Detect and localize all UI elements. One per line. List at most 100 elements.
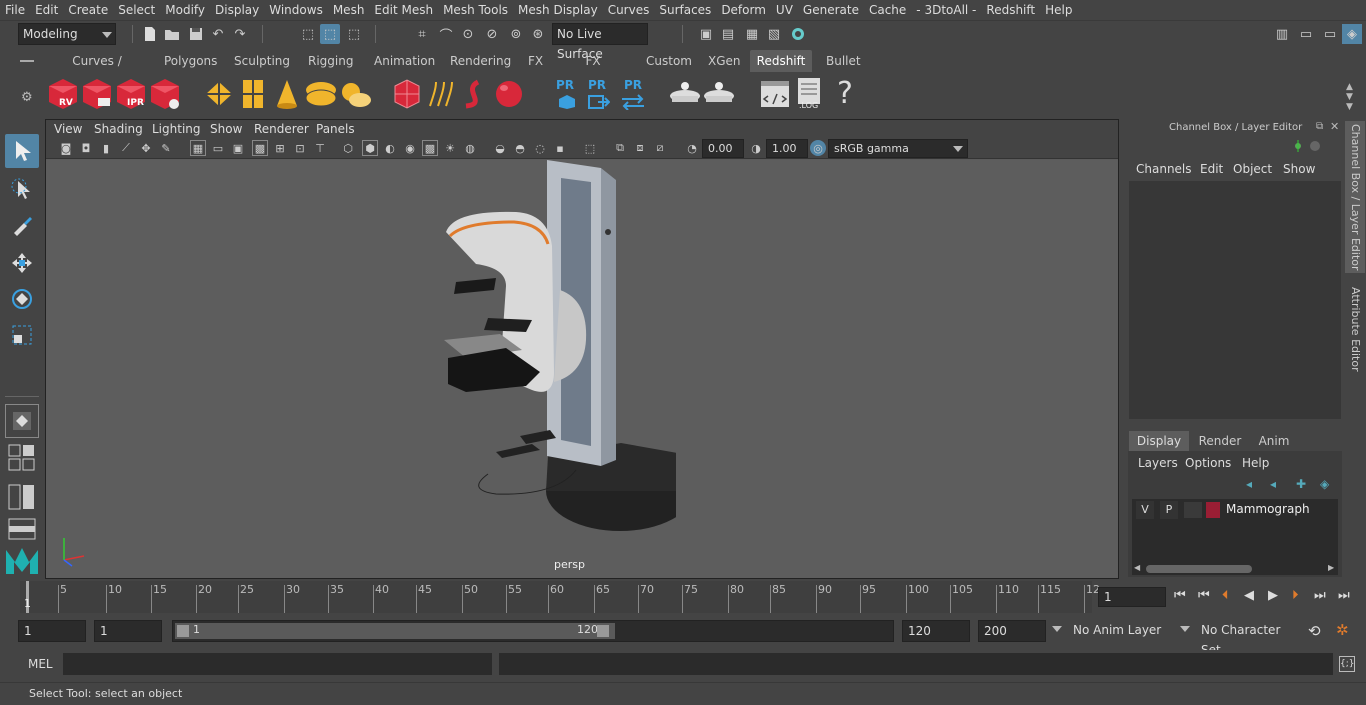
snap-grid-icon[interactable]: ⌗ bbox=[412, 24, 432, 44]
shelf-settings-icon[interactable]: ⚙ bbox=[21, 90, 33, 105]
safe-title-icon[interactable]: ⊤ bbox=[312, 140, 328, 156]
layer-tab-display[interactable]: Display bbox=[1129, 431, 1189, 451]
hypershade-icon[interactable] bbox=[788, 24, 808, 44]
menu-edit[interactable]: Edit bbox=[30, 0, 63, 20]
options-menu[interactable]: Options bbox=[1185, 456, 1231, 470]
tab-fx[interactable]: FX bbox=[522, 50, 548, 72]
tab-xgen[interactable]: XGen bbox=[702, 50, 742, 72]
end-frame-field[interactable]: 200 bbox=[978, 620, 1046, 642]
workspace-icon[interactable]: ▥ bbox=[1272, 24, 1292, 44]
grid-icon[interactable]: ▦ bbox=[190, 140, 206, 156]
wireframe-shaded-icon[interactable]: ◐ bbox=[382, 140, 398, 156]
camera-icon[interactable]: ◙ bbox=[58, 140, 74, 156]
menu-generate[interactable]: Generate bbox=[798, 0, 864, 20]
animation-prefs-icon[interactable]: ✲ bbox=[1336, 621, 1349, 639]
menu-deform[interactable]: Deform bbox=[716, 0, 771, 20]
script-language-label[interactable]: MEL bbox=[28, 657, 53, 671]
gamma-field[interactable]: 1.00 bbox=[766, 139, 808, 158]
tab-curves-surfaces[interactable]: Curves / Surfaces bbox=[48, 50, 146, 90]
gate-mask-icon[interactable]: ▩ bbox=[252, 140, 268, 156]
ao-icon[interactable]: ◍ bbox=[462, 140, 478, 156]
layer-name[interactable]: Mammograph bbox=[1226, 502, 1310, 516]
step-forward-key-icon[interactable]: ⏭ bbox=[1314, 588, 1326, 603]
redshift-dome-light-icon[interactable] bbox=[304, 76, 338, 112]
layout-two-icon[interactable] bbox=[8, 484, 36, 510]
step-back-key-icon[interactable]: ⏮ bbox=[1198, 588, 1210, 603]
xray-icon[interactable]: ◓ bbox=[512, 140, 528, 156]
redshift-rv-button[interactable]: RV bbox=[46, 76, 80, 112]
snap-surface-icon[interactable]: ⊚ bbox=[506, 24, 526, 44]
command-input[interactable] bbox=[63, 653, 492, 675]
gamma-icon[interactable]: ◑ bbox=[748, 140, 764, 156]
scale-tool-icon[interactable] bbox=[5, 318, 39, 352]
viewport-menu-view[interactable]: View bbox=[54, 120, 82, 138]
lasso-tool-icon[interactable] bbox=[5, 172, 39, 206]
current-frame-field[interactable]: 1 bbox=[1098, 587, 1166, 607]
shadows-icon[interactable]: ☀ bbox=[442, 140, 458, 156]
menu-help[interactable]: Help bbox=[1040, 0, 1077, 20]
menu-display[interactable]: Display bbox=[210, 0, 264, 20]
layer-playback-toggle[interactable]: P bbox=[1160, 501, 1178, 519]
tab-custom[interactable]: Custom bbox=[640, 50, 692, 72]
tab-bullet[interactable]: Bullet bbox=[820, 50, 862, 72]
redshift-render-seq-button[interactable] bbox=[80, 76, 114, 112]
layout-single-icon[interactable] bbox=[5, 404, 39, 438]
step-forward-frame-icon[interactable]: ⏵ bbox=[1292, 588, 1299, 603]
aa-icon[interactable]: ⧉ bbox=[612, 140, 628, 156]
start-frame-field[interactable]: 1 bbox=[18, 620, 86, 642]
tab-fx-caching[interactable]: FX Caching bbox=[558, 50, 628, 90]
help-menu[interactable]: Help bbox=[1242, 456, 1269, 470]
layer-tab-anim[interactable]: Anim bbox=[1250, 431, 1298, 451]
viewport-menu-panels[interactable]: Panels bbox=[316, 120, 355, 138]
tab-polygons[interactable]: Polygons bbox=[158, 50, 218, 72]
layer-tab-render[interactable]: Render bbox=[1194, 431, 1246, 451]
chevron-down-icon[interactable] bbox=[1052, 626, 1062, 632]
menu-mesh-display[interactable]: Mesh Display bbox=[513, 0, 603, 20]
menu-surfaces[interactable]: Surfaces bbox=[654, 0, 716, 20]
menu-mesh[interactable]: Mesh bbox=[328, 0, 370, 20]
resolution-gate-icon[interactable]: ▣ bbox=[230, 140, 246, 156]
dof-icon[interactable]: ⧄ bbox=[652, 140, 668, 156]
redshift-help-button[interactable]: ? bbox=[828, 76, 862, 112]
tab-rigging[interactable]: Rigging bbox=[302, 50, 356, 72]
motion-blur-icon[interactable]: ⧈ bbox=[632, 140, 648, 156]
redshift-volume-icon[interactable] bbox=[390, 76, 424, 112]
render-settings-icon[interactable]: ▧ bbox=[764, 24, 784, 44]
move-layer-up-icon[interactable]: ◂ bbox=[1246, 477, 1252, 491]
menu-create[interactable]: Create bbox=[63, 0, 113, 20]
object-menu[interactable]: Object bbox=[1233, 162, 1272, 176]
select-object-icon[interactable]: ⬚ bbox=[320, 24, 340, 44]
color-space-selector[interactable]: sRGB gamma bbox=[828, 139, 968, 158]
exposure-field[interactable]: 0.00 bbox=[702, 139, 744, 158]
camera-attr-icon[interactable]: ◘ bbox=[78, 140, 94, 156]
select-hierarchy-icon[interactable]: ⬚ bbox=[298, 24, 318, 44]
layer-type-toggle[interactable] bbox=[1184, 502, 1202, 518]
redshift-pr-swap-button[interactable]: PR bbox=[616, 76, 650, 112]
play-backwards-icon[interactable]: ◀ bbox=[1244, 588, 1254, 603]
menu-file[interactable]: File bbox=[0, 0, 30, 20]
range-slider-fill[interactable] bbox=[175, 623, 615, 639]
wireframe-icon[interactable]: ⬡ bbox=[340, 140, 356, 156]
go-to-start-icon[interactable]: ⏮ bbox=[1174, 588, 1186, 603]
tab-sculpting[interactable]: Sculpting bbox=[228, 50, 290, 72]
viewport-menu-shading[interactable]: Shading bbox=[94, 120, 143, 138]
color-management-icon[interactable]: ◎ bbox=[810, 140, 826, 156]
save-scene-icon[interactable] bbox=[186, 24, 206, 44]
redshift-script-icon[interactable] bbox=[758, 76, 792, 112]
scroll-right-icon[interactable]: ▶ bbox=[1328, 563, 1334, 572]
xray-joints-icon[interactable]: ◌ bbox=[532, 140, 548, 156]
paint-select-tool-icon[interactable] bbox=[5, 208, 39, 242]
layout-toggle-icon[interactable]: ◈ bbox=[1342, 24, 1362, 44]
scroll-left-icon[interactable]: ◀ bbox=[1134, 563, 1140, 572]
menu-curves[interactable]: Curves bbox=[603, 0, 655, 20]
field-chart-icon[interactable]: ⊞ bbox=[272, 140, 288, 156]
mammograph-model[interactable] bbox=[436, 160, 676, 578]
redshift-settings-button[interactable] bbox=[148, 76, 182, 112]
scrollbar-thumb[interactable] bbox=[1146, 565, 1252, 573]
layout-four-icon[interactable] bbox=[8, 444, 36, 472]
layer-scrollbar[interactable]: ◀ ▶ bbox=[1132, 563, 1338, 575]
step-back-frame-icon[interactable]: ⏴ bbox=[1222, 588, 1229, 603]
image-plane-icon[interactable]: ⟋ bbox=[118, 140, 134, 156]
script-editor-icon[interactable]: {;} bbox=[1339, 656, 1355, 672]
film-gate-icon[interactable]: ▭ bbox=[210, 140, 226, 156]
